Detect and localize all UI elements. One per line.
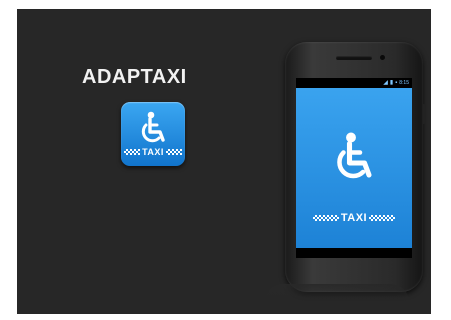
phone-speaker — [336, 56, 372, 60]
app-title: ADAPTAXI — [82, 66, 187, 88]
phone-screen: ◢ ▮ ▪ 8:15 TAXI — [296, 78, 412, 258]
phone-mockup: ◢ ▮ ▪ 8:15 TAXI — [285, 42, 426, 292]
checker-pattern — [124, 149, 141, 155]
splash-screen[interactable]: TAXI — [296, 88, 412, 248]
promo-banner: ADAPTAXI TAXI ◢ ▮ ▪ 8:15 TAXI — [17, 9, 431, 314]
wheelchair-icon — [141, 111, 165, 143]
icon-taxi-strip: TAXI — [121, 146, 185, 158]
checker-pattern — [165, 149, 182, 155]
nav-bar — [296, 248, 412, 258]
app-icon[interactable]: TAXI — [121, 102, 185, 166]
screen-taxi-strip: TAXI — [296, 212, 412, 224]
phone-reflection — [265, 284, 409, 302]
wheelchair-icon — [337, 132, 372, 179]
wifi-icon: ◢ — [383, 80, 388, 86]
signal-icon: ▮ — [389, 80, 394, 86]
camera-icon — [380, 55, 385, 60]
screen-taxi-label: TAXI — [340, 212, 368, 224]
status-bar: ◢ ▮ ▪ 8:15 — [296, 78, 412, 88]
side-button — [423, 104, 426, 124]
checker-pattern — [369, 215, 396, 221]
checker-pattern — [312, 215, 339, 221]
status-time: 8:15 — [399, 80, 409, 86]
battery-icon: ▪ — [395, 80, 398, 86]
icon-taxi-label: TAXI — [142, 147, 164, 157]
